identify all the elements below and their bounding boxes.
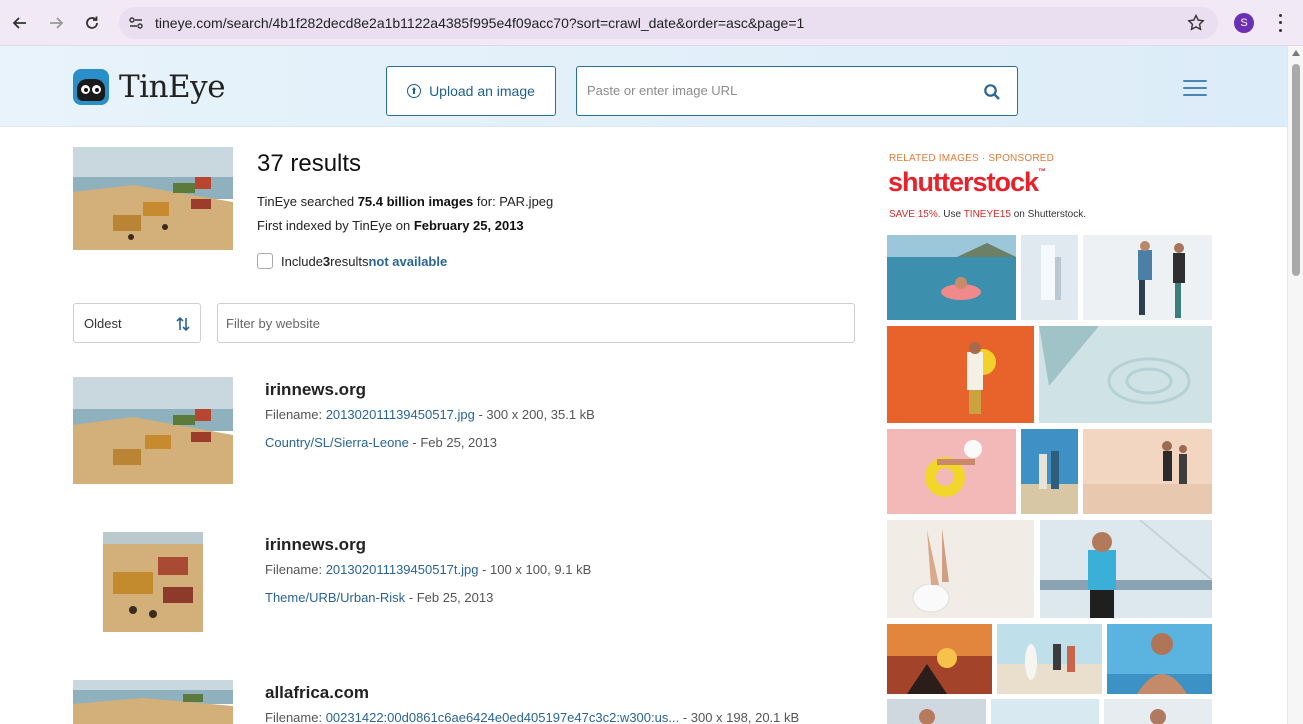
hamburger-menu-icon[interactable] (1183, 80, 1207, 96)
related-image[interactable] (1039, 326, 1212, 423)
result-domain[interactable]: allafrica.com (265, 683, 369, 703)
search-summary: TinEye searched 75.4 billion images for:… (257, 194, 554, 209)
filter-website-input[interactable] (217, 303, 855, 343)
arrow-left-icon (12, 17, 26, 29)
related-image[interactable] (1104, 699, 1212, 724)
image-url-box (576, 66, 1018, 116)
upload-image-button[interactable]: Upload an image (386, 66, 556, 116)
result-filename-row: Filename: 201302011139450517t.jpg - 100 … (265, 562, 592, 577)
related-image[interactable] (997, 624, 1102, 694)
upload-label: Upload an image (429, 83, 535, 99)
shutterstock-logo[interactable]: shutterstock™ (888, 167, 1046, 198)
bookmark-star-icon[interactable] (1186, 13, 1206, 33)
sort-select[interactable]: Oldest (73, 303, 201, 343)
back-button[interactable] (8, 11, 32, 35)
tineye-logo[interactable]: TinEye (73, 68, 226, 106)
reload-icon (86, 16, 98, 29)
related-image[interactable] (887, 520, 1034, 618)
sort-arrows-icon (176, 316, 190, 332)
related-image[interactable] (887, 699, 986, 724)
scroll-thumb[interactable] (1292, 64, 1300, 276)
page-scrollbar[interactable] (1287, 46, 1303, 724)
related-image[interactable] (1083, 429, 1212, 514)
include-unavailable-checkbox[interactable] (257, 253, 273, 269)
image-url-input[interactable] (587, 83, 967, 98)
browser-toolbar: tineye.com/search/4b1f282decd8e2a1b1122a… (0, 0, 1303, 46)
result-domain[interactable]: irinnews.org (265, 535, 366, 555)
related-image[interactable] (887, 429, 1016, 514)
reload-button[interactable] (80, 11, 104, 35)
related-image[interactable] (1021, 429, 1078, 514)
profile-avatar[interactable]: S (1234, 13, 1254, 33)
result-path-row: Theme/URB/Urban-Risk - Feb 25, 2013 (265, 590, 494, 605)
result-filename-row: Filename: 00231422:00d0861c6ae6424e0ed40… (265, 710, 800, 724)
arrow-right-icon (50, 17, 64, 29)
sort-value: Oldest (84, 316, 122, 331)
result-thumbnail[interactable] (73, 680, 233, 724)
result-path-link[interactable]: Country/SL/Sierra-Leone (265, 435, 409, 450)
browser-menu-icon[interactable] (1270, 12, 1290, 34)
result-path-row: Country/SL/Sierra-Leone - Feb 25, 2013 (265, 435, 497, 450)
tineye-robot-icon (73, 69, 109, 105)
site-settings-icon[interactable] (127, 14, 145, 32)
result-filename-link[interactable]: 201302011139450517t.jpg (326, 562, 479, 577)
result-filename-row: Filename: 201302011139450517.jpg - 300 x… (265, 407, 595, 422)
address-url[interactable]: tineye.com/search/4b1f282decd8e2a1b1122a… (155, 15, 804, 31)
promo-text: SAVE 15%. Use TINEYE15 on Shutterstock. (889, 209, 1086, 220)
forward-button[interactable] (44, 11, 68, 35)
result-filename-link[interactable]: 201302011139450517.jpg (326, 407, 475, 422)
site-header: TinEye Upload an image (0, 46, 1287, 127)
related-image[interactable] (991, 699, 1099, 724)
query-image-thumbnail[interactable] (73, 147, 233, 250)
related-image[interactable] (1107, 624, 1212, 694)
result-path-link[interactable]: Theme/URB/Urban-Risk (265, 590, 405, 605)
related-image[interactable] (1040, 520, 1212, 618)
result-thumbnail[interactable] (73, 377, 233, 484)
related-image[interactable] (1021, 235, 1078, 320)
related-image[interactable] (1083, 235, 1212, 320)
include-unavailable-row: Include 3 results not available (257, 253, 447, 269)
search-icon[interactable] (983, 83, 1001, 101)
address-bar[interactable]: tineye.com/search/4b1f282decd8e2a1b1122a… (119, 7, 1218, 39)
related-image[interactable] (887, 326, 1034, 423)
result-filename-link[interactable]: 00231422:00d0861c6ae6424e0ed405197e47c3c… (326, 710, 680, 724)
results-count: 37 results (257, 150, 362, 177)
logo-text: TinEye (119, 69, 226, 105)
scroll-up-arrow-icon[interactable] (1292, 50, 1300, 56)
upload-icon (407, 84, 422, 98)
not-available-link[interactable]: not available (368, 254, 447, 269)
sponsored-label: RELATED IMAGES · SPONSORED (889, 153, 1055, 164)
related-image[interactable] (887, 624, 992, 694)
result-thumbnail[interactable] (103, 532, 203, 632)
first-indexed: First indexed by TinEye on February 25, … (257, 218, 524, 233)
result-domain[interactable]: irinnews.org (265, 380, 366, 400)
related-image[interactable] (887, 235, 1016, 320)
